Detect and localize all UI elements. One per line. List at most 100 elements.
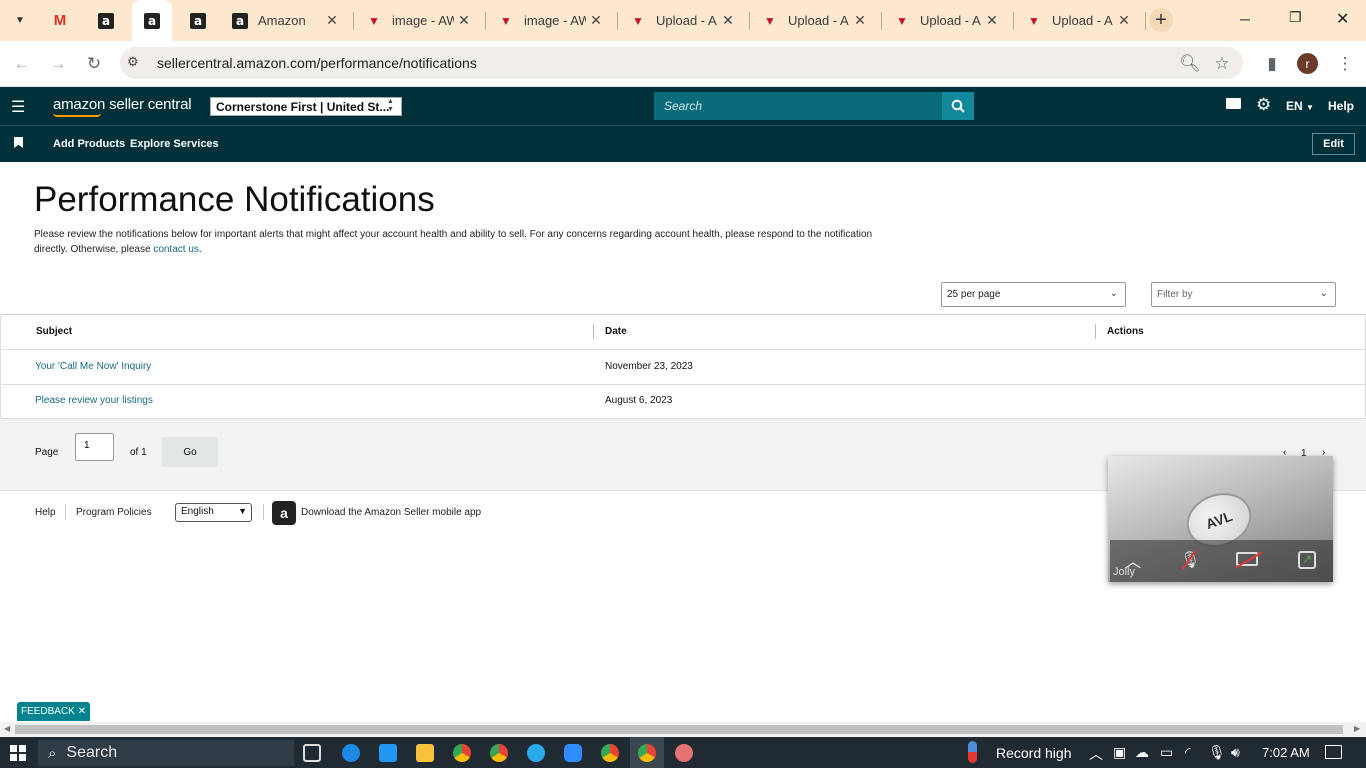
chrome-icon[interactable] [601, 744, 619, 762]
nav-explore-services[interactable]: Explore Services [130, 138, 219, 150]
tab-search-button[interactable]: ▼ [9, 9, 31, 31]
new-tab-button[interactable]: + [1149, 8, 1173, 32]
logo-smile-icon [53, 113, 101, 117]
notification-subject-link[interactable]: Your 'Call Me Now' Inquiry [35, 361, 151, 372]
edge-icon[interactable] [342, 744, 360, 762]
minimize-button[interactable]: ─ [1240, 11, 1250, 27]
forward-icon[interactable]: → [46, 52, 70, 76]
back-icon[interactable]: ← [10, 52, 34, 76]
vendor-icon: ▼ [1028, 13, 1040, 28]
close-icon[interactable]: ✕ [1114, 12, 1134, 29]
chrome-icon-active[interactable] [638, 744, 656, 762]
reload-icon[interactable]: ↻ [82, 52, 106, 76]
vendor-icon: ▼ [500, 13, 512, 28]
page-number-input[interactable]: 1 [75, 433, 114, 461]
feedback-label: FEEDBACK [20, 706, 75, 717]
onedrive-icon[interactable]: ☁ [1135, 744, 1149, 761]
per-page-select[interactable]: 25 per page ⌄ [941, 282, 1126, 307]
language-selector[interactable]: EN ▼ [1286, 99, 1314, 113]
task-view-icon[interactable] [303, 744, 321, 762]
close-icon[interactable]: ✕ [78, 706, 86, 717]
close-icon[interactable]: ✕ [586, 12, 606, 29]
hamburger-icon[interactable]: ☰ [11, 97, 25, 117]
scrollbar-thumb[interactable] [15, 725, 1343, 734]
feedback-button[interactable]: FEEDBACK ✕ [17, 702, 90, 721]
footer-program-policies-link[interactable]: Program Policies [76, 507, 152, 518]
search-input[interactable]: Search [654, 92, 942, 120]
help-link[interactable]: Help [1328, 99, 1354, 113]
amazon-icon: a [232, 12, 248, 29]
scroll-right-icon[interactable]: ▶ [1354, 724, 1360, 733]
close-icon[interactable]: ✕ [850, 12, 870, 29]
bookmark-star-icon[interactable]: ☆ [1210, 52, 1234, 76]
tab-gmail[interactable]: M [40, 0, 80, 41]
tab-title: image - AW [524, 13, 586, 28]
go-button[interactable]: Go [162, 437, 218, 467]
microphone-icon[interactable]: 🎙︎ [1208, 744, 1226, 761]
windows-start-icon[interactable] [10, 745, 26, 761]
meet-icon[interactable]: ▣ [1113, 744, 1126, 761]
volume-icon[interactable]: 🔊︎ [1231, 744, 1240, 761]
site-info-icon[interactable]: ⚙ [127, 54, 139, 70]
chevron-up-icon[interactable]: ︿ [1089, 744, 1103, 764]
popout-icon[interactable]: ↗ [1298, 551, 1316, 569]
camera-off-icon[interactable] [1235, 551, 1263, 569]
weather-text[interactable]: Record high [996, 745, 1072, 761]
menu-icon[interactable]: ⋮ [1333, 52, 1357, 76]
zoom-app-icon[interactable] [564, 744, 582, 762]
close-icon[interactable]: ✕ [982, 12, 1002, 29]
store-icon[interactable] [379, 744, 397, 762]
close-icon[interactable]: ✕ [718, 12, 738, 29]
mail-icon[interactable] [1226, 98, 1241, 109]
scroll-left-icon[interactable]: ◀ [4, 724, 10, 733]
gmail-icon: M [53, 12, 67, 29]
mic-muted-icon[interactable]: 🎙︎ [1180, 550, 1200, 570]
taskbar-search[interactable]: ⌕ Search [38, 740, 294, 766]
chrome-icon[interactable] [490, 744, 508, 762]
tab-amazon-active[interactable]: a [132, 0, 172, 41]
column-date: Date [605, 326, 627, 337]
footer-language-select[interactable]: English ▼ [175, 503, 252, 522]
nav-add-products[interactable]: Add Products [53, 138, 125, 150]
tab-upload-4[interactable]: ▼ Upload - A ✕ [1014, 0, 1142, 41]
url-text[interactable]: sellercentral.amazon.com/performance/not… [157, 55, 477, 71]
close-icon[interactable]: ✕ [322, 12, 342, 29]
tab-upload-1[interactable]: ▼ Upload - A ✕ [618, 0, 746, 41]
tab-upload-2[interactable]: ▼ Upload - A ✕ [750, 0, 878, 41]
edit-nav-button[interactable]: Edit [1312, 133, 1355, 155]
notifications-icon[interactable] [1325, 745, 1342, 759]
profile-avatar[interactable]: r [1297, 53, 1318, 74]
filter-select[interactable]: Filter by ⌄ [1151, 282, 1336, 307]
account-selector[interactable]: Cornerstone First | United St... [210, 97, 402, 116]
chrome-icon[interactable] [453, 744, 471, 762]
restore-button[interactable]: ❐ [1289, 9, 1302, 26]
close-icon[interactable]: ✕ [454, 12, 474, 29]
thermometer-icon [968, 741, 977, 763]
battery-icon[interactable]: ▭ [1160, 744, 1173, 761]
tab-image-2[interactable]: ▼ image - AW ✕ [486, 0, 614, 41]
file-explorer-icon[interactable] [416, 744, 434, 762]
notification-subject-link[interactable]: Please review your listings [35, 395, 153, 406]
contact-us-link[interactable]: contact us [153, 244, 199, 255]
app-icon[interactable] [675, 744, 693, 762]
tab-image-1[interactable]: ▼ image - AW ✕ [354, 0, 482, 41]
tab-amazon-3[interactable]: a [178, 0, 218, 41]
tab-upload-3[interactable]: ▼ Upload - A ✕ [882, 0, 1010, 41]
tab-amazon-1[interactable]: a [86, 0, 126, 41]
tab-amazon-titled[interactable]: a Amazon ✕ [220, 0, 350, 41]
page-label: Page [35, 447, 59, 458]
notification-date: November 23, 2023 [605, 361, 693, 372]
zoom-icon[interactable]: 🔍︎ [1178, 52, 1202, 76]
search-button[interactable] [942, 92, 974, 120]
telegram-icon[interactable] [527, 744, 545, 762]
footer-help-link[interactable]: Help [35, 507, 56, 518]
footer-app-link[interactable]: Download the Amazon Seller mobile app [301, 507, 481, 518]
gear-icon[interactable]: ⚙ [1256, 95, 1271, 115]
side-panel-icon[interactable]: ▮ [1260, 52, 1284, 76]
seller-central-logo[interactable]: amazon seller central [53, 96, 192, 113]
per-page-value: 25 per page [947, 289, 1001, 300]
close-window-button[interactable]: ✕ [1336, 9, 1349, 29]
wifi-icon[interactable]: ◜ [1185, 744, 1190, 761]
clock[interactable]: 7:02 AM [1262, 745, 1310, 760]
account-stepper-icon[interactable]: ▲ ▼ [387, 98, 394, 114]
